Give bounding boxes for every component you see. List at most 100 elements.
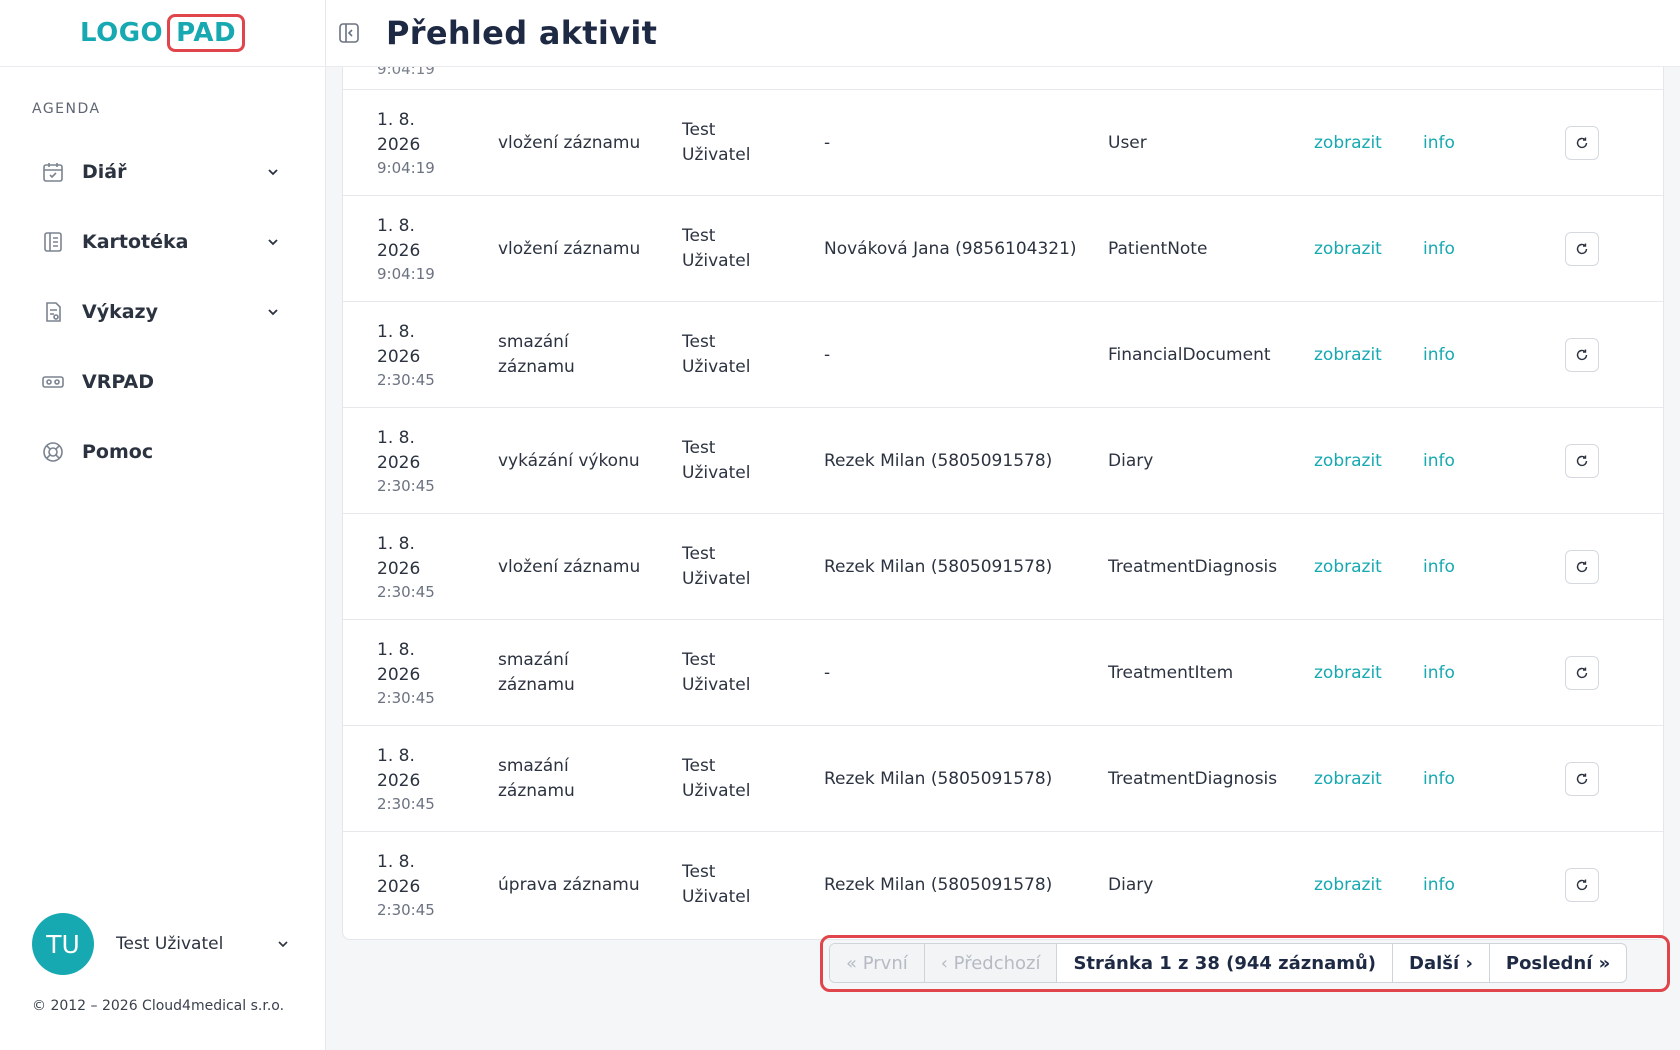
user-first: Test [682,332,716,352]
info-link[interactable]: info [1423,90,1483,196]
year-text: 2026 [377,453,421,473]
table-row: 1. 8. 2026 2:30:45 smazání záznamu Test Uživa… [343,620,1663,726]
patient-cell: Nováková Jana (9856104321) [824,238,1077,259]
user-first: Test [682,120,716,140]
info-link[interactable]: info [1423,196,1483,302]
info-link[interactable]: info [1423,726,1483,832]
refresh-cell [1565,832,1599,938]
last-page-button[interactable]: Poslední » [1490,944,1626,982]
show-link[interactable]: zobrazit [1314,90,1394,196]
refresh-icon [1576,561,1588,573]
refresh-cell [1565,196,1599,302]
sidebar-item-label: VRPAD [82,371,154,393]
date-text: 1. 8. [377,428,415,448]
show-link[interactable]: zobrazit [1314,620,1394,726]
action-cell: vložení záznamu [498,132,641,153]
sidebar-item-pomoc[interactable]: Pomoc [0,417,326,487]
user-last: Uživatel [682,463,751,483]
refresh-button[interactable] [1565,126,1599,160]
table-row: 1. 8. 2026 2:30:45 vykázání výkonu Test Uživa… [343,408,1663,514]
show-link[interactable]: zobrazit [1314,832,1394,938]
patient-cell: - [824,344,831,365]
prev-page-button[interactable]: ‹ Předchozí [924,944,1058,982]
refresh-button[interactable] [1565,868,1599,902]
show-link[interactable]: zobrazit [1314,302,1394,408]
refresh-button[interactable] [1565,550,1599,584]
time-text: 9:04:19 [377,265,435,283]
show-link[interactable]: zobrazit [1314,408,1394,514]
info-link[interactable]: info [1423,514,1483,620]
logo-badge: PAD [167,14,246,52]
time-text: 2:30:45 [377,795,435,813]
date-text: 1. 8. [377,640,415,660]
info-link[interactable]: info [1423,620,1483,726]
info-link[interactable]: info [1423,302,1483,408]
info-link[interactable]: info [1423,832,1483,938]
sidebar-item-label: Výkazy [82,301,158,323]
sidebar-item-vykazy[interactable]: Výkazy [0,277,326,347]
table-row: 1. 8. 2026 2:30:45 smazání záznamu Test Uživa… [343,726,1663,832]
refresh-cell [1565,726,1599,832]
time-text: 9:04:19 [377,67,435,78]
chevron-down-icon[interactable] [264,163,282,181]
patient-cell: - [824,662,831,683]
sidebar-toggle-icon[interactable] [336,20,362,46]
chevron-down-icon[interactable] [264,233,282,251]
show-link[interactable]: zobrazit [1314,196,1394,302]
copyright: © 2012 – 2026 Cloud4medical s.r.o. [32,998,285,1014]
patient-cell: Rezek Milan (5805091578) [824,874,1053,895]
show-link[interactable]: zobrazit [1314,514,1394,620]
refresh-button[interactable] [1565,232,1599,266]
avatar: TU [32,913,94,975]
date-cell: 1. 8. 2026 2:30:45 [377,832,487,938]
pagination: « První ‹ Předchozí Stránka 1 z 38 (944 … [829,943,1628,983]
refresh-button[interactable] [1565,338,1599,372]
sidebar-item-kartoteka[interactable]: Kartotéka [0,207,326,277]
card-index-icon [40,229,66,255]
date-cell: 1. 8. 2026 2:30:45 [377,726,487,832]
sidebar-item-label: Kartotéka [82,231,189,253]
refresh-icon [1576,667,1588,679]
year-text: 2026 [377,347,421,367]
refresh-cell [1565,302,1599,408]
chevron-down-icon[interactable] [264,303,282,321]
page-title: Přehled aktivit [386,14,658,52]
date-cell: 1. 8. 2026 9:04:19 [377,90,487,196]
user-last: Uživatel [682,357,751,377]
refresh-button[interactable] [1565,656,1599,690]
user-first: Test [682,650,716,670]
refresh-button[interactable] [1565,444,1599,478]
table-row: 9:04:19 [343,67,1663,90]
user-cell: Test Uživatel [682,302,802,408]
refresh-icon [1576,879,1588,891]
sidebar-nav: Diář Kartotéka Výkazy VRPAD Pomoc [0,137,326,487]
entity-cell: TreatmentDiagnosis [1108,556,1278,577]
vr-headset-icon [40,369,66,395]
user-menu[interactable]: TU Test Uživatel [32,913,292,975]
sidebar-item-vrpad[interactable]: VRPAD [0,347,326,417]
show-link[interactable]: zobrazit [1314,726,1394,832]
patient-cell: Rezek Milan (5805091578) [824,556,1053,577]
action-cell: vložení záznamu [498,238,641,259]
date-text: 1. 8. [377,746,415,766]
user-cell: Test Uživatel [682,726,802,832]
refresh-icon [1576,773,1588,785]
next-page-button[interactable]: Další › [1393,944,1490,982]
chevron-down-icon[interactable] [274,935,292,953]
section-label: AGENDA [32,101,101,117]
info-link[interactable]: info [1423,408,1483,514]
action-cell: úprava záznamu [498,874,640,895]
sidebar-item-diar[interactable]: Diář [0,137,326,207]
refresh-icon [1576,137,1588,149]
entity-cell: TreatmentDiagnosis [1108,768,1278,789]
date-cell: 1. 8. 2026 2:30:45 [377,620,487,726]
patient-cell: - [824,132,831,153]
refresh-button[interactable] [1565,762,1599,796]
table-row: 1. 8. 2026 2:30:45 úprava záznamu Test Uživat… [343,832,1663,938]
refresh-cell [1565,514,1599,620]
first-page-button[interactable]: « První [830,944,925,982]
logo[interactable]: LOGO PAD [80,14,246,52]
user-last: Uživatel [682,251,751,271]
date-text: 1. 8. [377,110,415,130]
date-text: 1. 8. [377,534,415,554]
